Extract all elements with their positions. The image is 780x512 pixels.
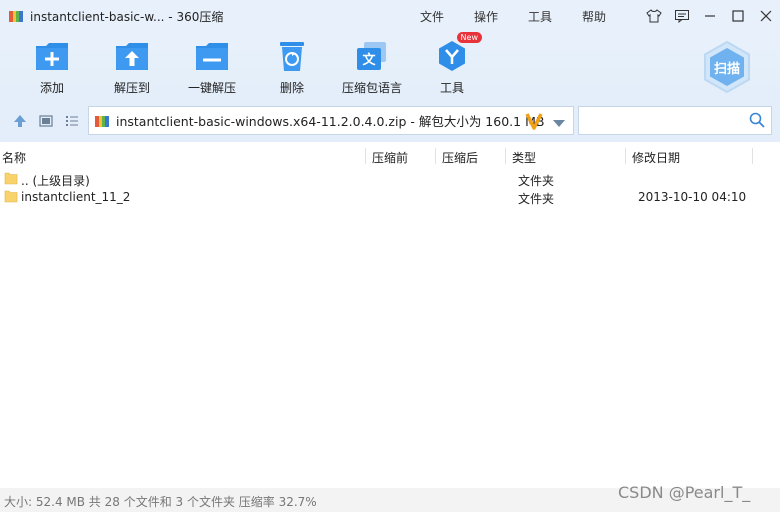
zip-file-icon	[94, 113, 110, 129]
path-text: instantclient-basic-windows.x64-11.2.0.4…	[116, 114, 545, 129]
window-controls	[640, 0, 780, 32]
file-type: 文件夹	[518, 192, 555, 206]
shirt-icon	[646, 9, 662, 23]
status-text: 大小: 52.4 MB 共 28 个文件和 3 个文件夹 压缩率 32.7%	[4, 495, 317, 509]
scan-button[interactable]: 扫描	[700, 40, 754, 94]
thumbnail-view-button[interactable]	[37, 112, 55, 130]
table-row[interactable]: .. (上级目录) 文件夹	[0, 170, 780, 188]
minimize-button[interactable]	[696, 0, 724, 32]
menu-file[interactable]: 文件	[420, 8, 444, 25]
folder-icon	[4, 171, 18, 185]
add-folder-icon	[34, 38, 70, 74]
table-row[interactable]: instantclient_11_2 文件夹 2013-10-10 04:10	[0, 188, 780, 206]
verify-v-icon[interactable]	[525, 111, 543, 134]
column-divider[interactable]	[752, 148, 753, 164]
feedback-button[interactable]	[668, 0, 696, 32]
close-button[interactable]	[752, 0, 780, 32]
one-click-label: 一键解压	[187, 81, 236, 95]
path-dropdown-icon[interactable]	[553, 117, 565, 131]
one-click-folder-icon	[194, 38, 230, 74]
column-compressed[interactable]: 压缩前	[372, 149, 408, 166]
tools-button[interactable]: New 工具	[417, 32, 487, 96]
column-divider[interactable]	[625, 148, 626, 164]
menu-tools[interactable]: 工具	[528, 8, 552, 25]
toolbar: 添加 解压到 一键解压 删除 文 压缩包语言 New 工具 扫描	[0, 32, 780, 100]
extract-to-label: 解压到	[113, 81, 150, 95]
one-click-extract-button[interactable]: 一键解压	[177, 38, 247, 96]
delete-button[interactable]: 删除	[257, 38, 327, 96]
up-level-button[interactable]	[11, 112, 29, 130]
message-icon	[675, 10, 689, 23]
column-divider[interactable]	[505, 148, 506, 164]
menu-bar: 文件 操作 工具 帮助	[420, 0, 636, 32]
search-icon[interactable]	[749, 112, 765, 131]
arrow-up-icon	[14, 115, 26, 127]
delete-label: 删除	[279, 81, 304, 95]
add-label: 添加	[39, 81, 64, 95]
maximize-button[interactable]	[724, 0, 752, 32]
window-title: instantclient-basic-w... - 360压缩	[30, 9, 224, 24]
column-uncompressed[interactable]: 压缩后	[442, 149, 478, 166]
close-icon	[760, 10, 772, 22]
archive-app-icon	[8, 8, 24, 24]
thumbnail-view-icon	[39, 115, 53, 127]
language-label: 压缩包语言	[341, 81, 402, 95]
tools-icon: New	[434, 32, 482, 74]
column-name[interactable]: 名称	[2, 149, 26, 166]
file-name: .. (上级目录)	[21, 174, 90, 188]
language-icon: 文	[354, 38, 390, 74]
skin-button[interactable]	[640, 0, 668, 32]
file-modified: 2013-10-10 04:10	[638, 190, 747, 204]
column-type[interactable]: 类型	[512, 149, 536, 166]
column-divider[interactable]	[365, 148, 366, 164]
menu-help[interactable]: 帮助	[582, 8, 606, 25]
minimize-icon	[705, 15, 715, 17]
menu-operation[interactable]: 操作	[474, 8, 498, 25]
extract-folder-icon	[114, 38, 150, 74]
svg-text:文: 文	[362, 52, 376, 68]
archive-language-button[interactable]: 文 压缩包语言	[337, 38, 407, 96]
new-badge: New	[456, 32, 482, 43]
tools-label: 工具	[439, 81, 464, 95]
file-type: 文件夹	[518, 174, 555, 188]
add-button[interactable]: 添加	[17, 38, 87, 96]
path-field[interactable]: instantclient-basic-windows.x64-11.2.0.4…	[88, 106, 574, 135]
extract-to-button[interactable]: 解压到	[97, 38, 167, 96]
list-view-icon	[66, 116, 78, 126]
list-view-button[interactable]	[63, 112, 81, 130]
scan-label: 扫描	[713, 62, 740, 77]
column-modified[interactable]: 修改日期	[632, 149, 680, 166]
column-divider[interactable]	[435, 148, 436, 164]
search-input[interactable]	[578, 106, 772, 135]
list-header: 名称 压缩前 压缩后 类型 修改日期	[0, 146, 780, 166]
watermark: CSDN @Pearl_T_	[618, 483, 751, 502]
folder-icon	[4, 189, 18, 203]
file-name: instantclient_11_2	[21, 190, 131, 204]
recycle-bin-icon	[274, 38, 310, 74]
maximize-icon	[732, 10, 744, 22]
